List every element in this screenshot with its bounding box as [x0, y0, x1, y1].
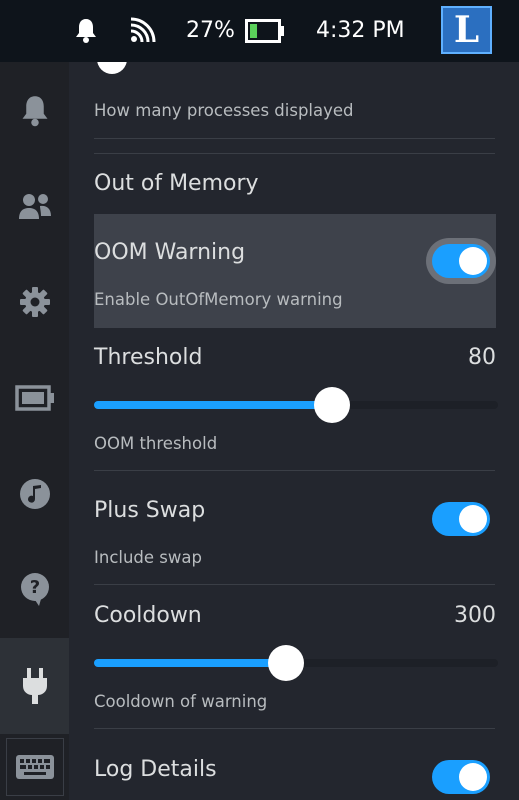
threshold-slider-knob[interactable] [314, 387, 351, 423]
divider [94, 153, 495, 154]
plus-swap-toggle[interactable] [432, 502, 490, 536]
sidebar-item-keyboard[interactable] [0, 734, 69, 800]
sidebar-item-performance[interactable] [0, 350, 69, 446]
section-title: Out of Memory [94, 171, 259, 196]
log-details-toggle[interactable] [432, 760, 490, 794]
divider [94, 584, 495, 585]
threshold-description: OOM threshold [94, 434, 218, 453]
sidebar-item-settings[interactable] [0, 254, 69, 350]
sidebar-item-music[interactable] [0, 446, 69, 542]
cooldown-slider-knob[interactable] [267, 645, 304, 681]
processes-description: How many processes displayed [94, 101, 354, 120]
divider [94, 728, 495, 729]
threshold-value: 80 [468, 345, 496, 370]
cooldown-value: 300 [454, 603, 496, 628]
sidebar-item-friends[interactable] [0, 158, 69, 254]
divider [94, 138, 495, 139]
quick-access-sidebar: ? [0, 62, 69, 800]
gear-icon [19, 287, 50, 317]
threshold-label: Threshold [94, 345, 203, 370]
divider [94, 470, 495, 471]
processes-slider-knob[interactable] [97, 62, 127, 74]
sidebar-item-notifications[interactable] [0, 62, 69, 158]
svg-text:?: ? [29, 577, 39, 598]
toggle-knob [459, 763, 487, 791]
friends-icon [18, 194, 51, 219]
threshold-slider-fill [94, 401, 333, 409]
keyboard-icon [15, 755, 54, 779]
user-avatar[interactable]: L [441, 6, 492, 54]
music-icon [19, 479, 50, 509]
oom-warning-toggle[interactable] [432, 244, 490, 278]
cast-icon [130, 17, 156, 43]
sidebar-item-help[interactable]: ? [0, 542, 69, 638]
cooldown-label: Cooldown [94, 603, 202, 628]
plug-icon [22, 668, 47, 704]
toggle-knob [459, 505, 487, 533]
toggle-knob [459, 247, 487, 275]
plus-swap-label: Plus Swap [94, 498, 206, 523]
help-icon: ? [20, 573, 49, 606]
clock: 4:32 PM [316, 18, 405, 43]
bell-icon [76, 19, 96, 43]
oom-warning-description: Enable OutOfMemory warning [94, 290, 343, 309]
status-bar: 27% 4:32 PM L [0, 0, 519, 62]
cooldown-description: Cooldown of warning [94, 692, 268, 711]
log-details-label: Log Details [94, 757, 217, 782]
sidebar-item-plugins[interactable] [0, 638, 69, 734]
bell-icon [22, 96, 47, 127]
oom-warning-label: OOM Warning [94, 240, 246, 265]
battery-icon [14, 385, 54, 411]
cooldown-slider[interactable] [94, 645, 498, 681]
plugin-settings-panel: How many processes displayed Out of Memo… [69, 62, 519, 800]
battery-status-icon [245, 19, 284, 43]
plus-swap-description: Include swap [94, 548, 202, 567]
avatar-letter: L [453, 9, 480, 51]
battery-percent: 27% [186, 18, 235, 43]
threshold-slider[interactable] [94, 387, 498, 423]
cooldown-slider-fill [94, 659, 286, 667]
